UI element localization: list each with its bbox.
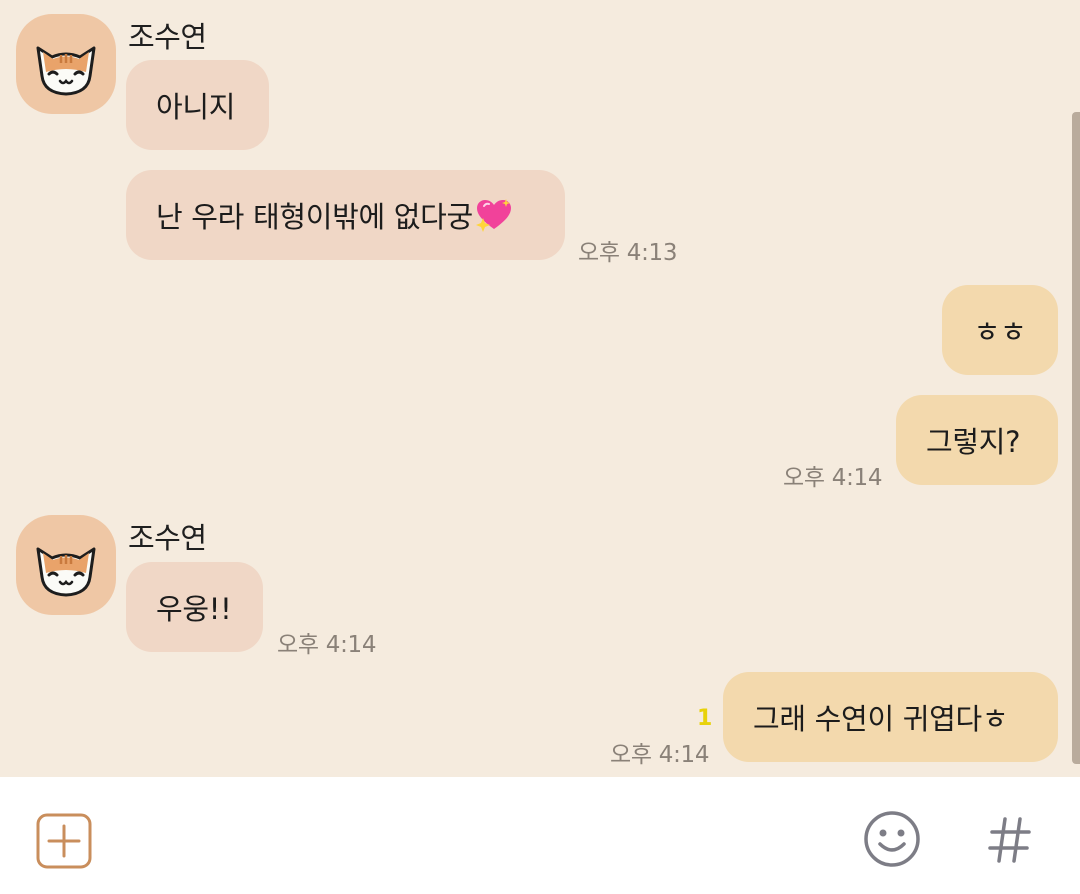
smiley-icon <box>864 811 920 867</box>
message-text: 아니지 <box>156 90 236 124</box>
message-text: ㅎㅎ <box>973 315 1027 349</box>
plus-square-icon <box>36 813 92 869</box>
message-bubble[interactable]: 우웅!! <box>126 562 263 652</box>
chat-area[interactable]: 조수연 아니지 난 우라 태형이밖에 없다궁 오후 4:13 ㅎㅎ 그렇지? 오… <box>0 0 1080 777</box>
avatar[interactable] <box>16 515 116 615</box>
avatar[interactable] <box>16 14 116 114</box>
message-bubble[interactable]: ㅎㅎ <box>942 285 1058 375</box>
timestamp: 오후 4:14 <box>610 742 710 768</box>
unread-count: 1 <box>697 706 713 731</box>
emoji-button[interactable] <box>863 810 921 868</box>
cat-avatar-icon <box>36 46 96 96</box>
sender-name: 조수연 <box>128 20 207 54</box>
message-bubble[interactable]: 그래 수연이 귀엽다ㅎ <box>723 672 1058 762</box>
message-text: 그렇지? <box>926 425 1021 459</box>
timestamp: 오후 4:14 <box>277 632 377 658</box>
timestamp: 오후 4:14 <box>783 465 883 491</box>
timestamp: 오후 4:13 <box>578 240 678 266</box>
message-bubble[interactable]: 아니지 <box>126 60 269 150</box>
message-text: 난 우라 태형이밖에 없다궁 <box>156 200 473 234</box>
attach-button[interactable] <box>36 813 92 869</box>
cat-avatar-icon <box>36 547 96 597</box>
message-text: 그래 수연이 귀엽다ㅎ <box>753 702 1009 736</box>
sparkling-heart-icon <box>475 199 511 232</box>
message-bubble[interactable]: 그렇지? <box>896 395 1058 485</box>
message-text: 우웅!! <box>156 592 232 626</box>
hash-icon <box>988 817 1031 863</box>
input-bar <box>0 777 1080 894</box>
scrollbar[interactable] <box>1072 112 1080 764</box>
hashtag-button[interactable] <box>987 815 1033 865</box>
sender-name: 조수연 <box>128 521 207 555</box>
message-bubble[interactable]: 난 우라 태형이밖에 없다궁 <box>126 170 565 260</box>
